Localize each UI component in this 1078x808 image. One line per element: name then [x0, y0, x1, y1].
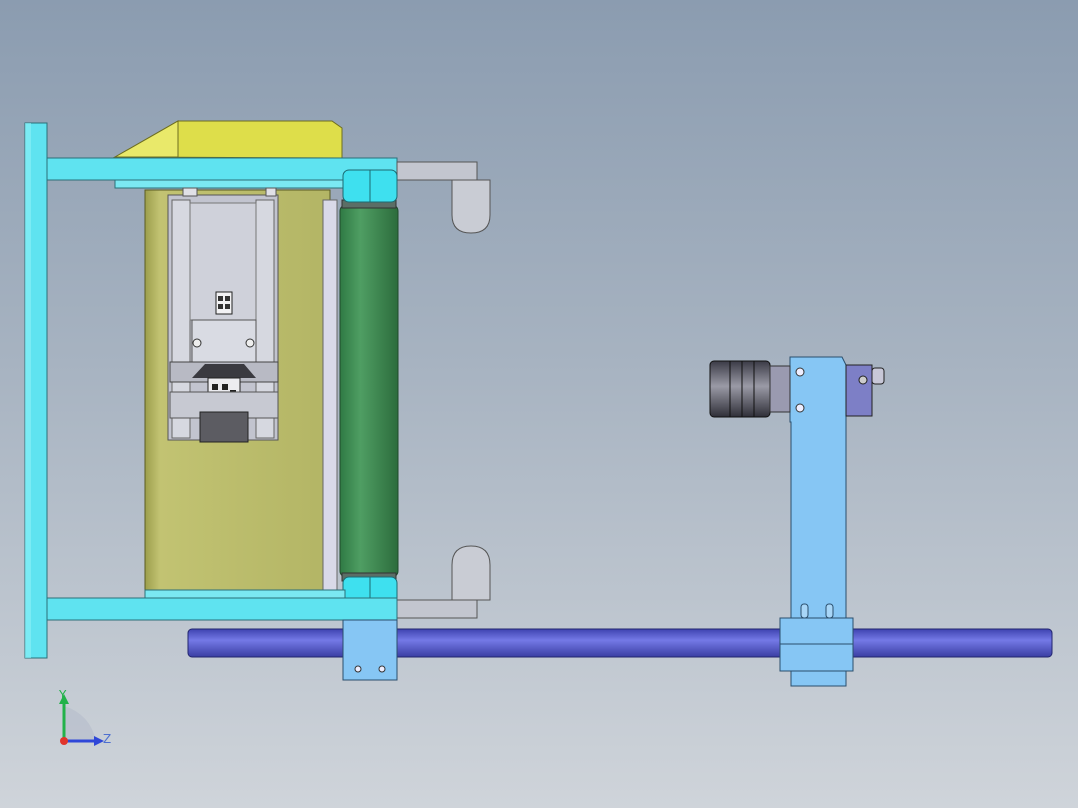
encoder-body: [845, 364, 885, 417]
x-axis-dot-icon: [60, 737, 68, 745]
support-shaft: [187, 628, 1053, 658]
drive-roller: [339, 199, 399, 582]
shaft-clamp: [779, 617, 854, 672]
left-side-plate: [24, 122, 48, 659]
encoder-coupling: [709, 360, 791, 418]
shaft-mount-block: [342, 619, 398, 681]
linear-guide-assembly: [167, 187, 279, 443]
triad-plane-icon: [64, 706, 96, 741]
lower-arm: [396, 545, 491, 619]
y-axis-label: Y: [59, 688, 67, 702]
z-axis-label: Z: [103, 732, 112, 746]
bottom-frame-beam: [46, 589, 398, 621]
upper-arm: [396, 161, 491, 234]
roller-bearing-top: [342, 169, 398, 203]
top-cover: [113, 120, 343, 159]
cad-viewport[interactable]: Y Z: [0, 0, 1078, 808]
cad-model-scene[interactable]: [0, 0, 1078, 808]
